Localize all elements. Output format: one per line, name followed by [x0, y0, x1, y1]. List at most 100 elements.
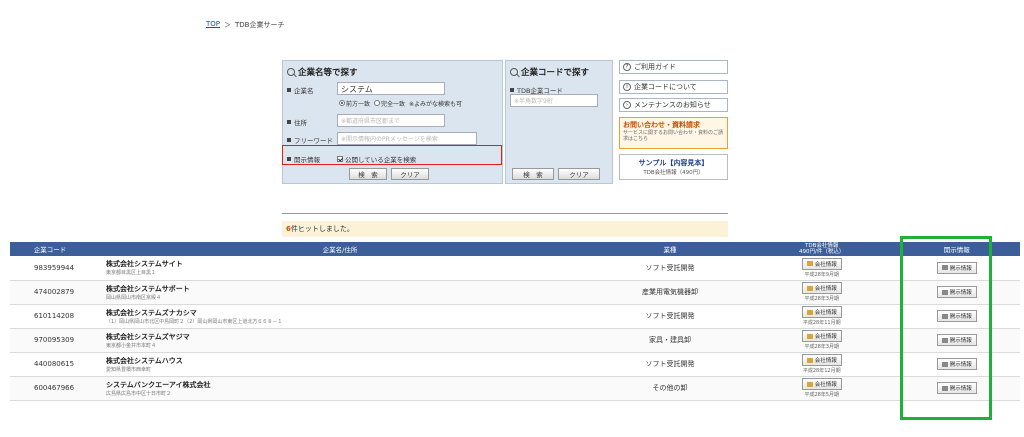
industry: 家具・建具卸: [649, 336, 691, 344]
fiscal-period: 平成28年12月期: [802, 368, 841, 374]
table-row: 610114208 株式会社システムズナカシマ （1）岡山県岡山市北区中島岡町２…: [10, 304, 1020, 328]
company-name-input[interactable]: システム: [337, 82, 445, 95]
search-by-name-title: 企業名等で探す: [283, 61, 502, 81]
guide-link[interactable]: ? ご利用ガイド: [619, 60, 728, 74]
header-info: TDB会社情報 490円/件（税込）: [750, 242, 894, 256]
arrow-icon: ›: [623, 101, 631, 109]
company-info-button[interactable]: 会社情報: [801, 378, 842, 390]
company-cell: 株式会社システムハウス 愛知県豊橋市西幸町: [90, 352, 590, 376]
company-info-button[interactable]: 会社情報: [801, 282, 842, 294]
fiscal-period: 平成28年9月期: [804, 271, 839, 278]
sample-title: サンプル【内容見本】: [638, 159, 709, 167]
results-header-row: 企業コード 企業名/住所 業種 TDB会社情報 490円/件（税込） 開示情報: [10, 242, 1020, 256]
fiscal-period: 平成28年3月期: [804, 344, 839, 350]
folder-icon: [806, 357, 813, 363]
company-code: 970095309: [34, 336, 75, 344]
industry: その他の卸: [652, 384, 688, 392]
folder-icon: [806, 261, 813, 267]
address-label: 住所: [287, 117, 307, 127]
inquiry-subtext: サービスに関するお問い合わせ・資料のご請求はこちら: [623, 130, 724, 142]
code-about-link[interactable]: i 企業コードについて: [619, 80, 728, 94]
info-cell: 会社情報 平成28年9月期: [750, 256, 893, 280]
company-address: （1）岡山県岡山市北区中島岡町２（2）岡山県岡山市東区上道北方６６８－１: [106, 318, 283, 325]
folder-icon: [806, 381, 813, 387]
table-row: 983959944 株式会社システムサイト 東京都目黒区上目黒１ ソフト受託開発…: [10, 256, 1020, 280]
code-clear-button[interactable]: クリア: [558, 168, 600, 180]
company-name-link[interactable]: システムバンクエーアイ株式会社: [106, 380, 590, 390]
company-name-link[interactable]: 株式会社システムズヤジマ: [106, 332, 590, 342]
company-code: 610114208: [34, 312, 75, 320]
info-cell: 会社情報 平成28年5月期: [750, 376, 893, 400]
table-row: 474002879 株式会社システムサポート 岡山県岡山市南区京殿４ 産業用電気…: [10, 280, 1020, 304]
industry: 産業用電気機器卸: [642, 288, 698, 296]
company-name-link[interactable]: 株式会社システムズナカシマ: [106, 308, 590, 318]
name-clear-button[interactable]: クリア: [391, 168, 429, 180]
industry: ソフト受託開発: [645, 312, 695, 320]
company-cell: 株式会社システムズヤジマ 東京都小金井市本町４: [90, 328, 590, 352]
company-address: 愛知県豊橋市西幸町: [106, 366, 152, 373]
folder-icon: [806, 285, 813, 291]
info-icon: i: [623, 83, 631, 91]
industry: ソフト受託開発: [645, 263, 695, 272]
breadcrumb-current: TDB企業サーチ: [235, 21, 285, 29]
breadcrumb-top-link[interactable]: TOP: [206, 20, 220, 30]
sample-subtext: TDB会社情報（490円）: [643, 170, 704, 176]
company-cell: 株式会社システムズナカシマ （1）岡山県岡山市北区中島岡町２（2）岡山県岡山市東…: [90, 304, 590, 328]
company-name-label: 企業名: [287, 85, 314, 95]
freeword-label: フリーワード: [287, 135, 333, 145]
divider: [282, 213, 728, 214]
inquiry-title: お問い合わせ・資料請求: [623, 121, 700, 129]
maintenance-link[interactable]: › メンテナンスのお知らせ: [619, 98, 728, 112]
search-by-code-panel: 企業コードで探す TDB企業コード ※半角数字9桁 検 索 クリア: [505, 60, 613, 184]
question-icon: ?: [623, 63, 631, 71]
name-search-button[interactable]: 検 索: [349, 168, 387, 180]
disclosure-column-highlight: [900, 236, 992, 420]
company-info-button[interactable]: 会社情報: [801, 306, 842, 318]
company-name-link[interactable]: 株式会社システムサイト: [106, 259, 590, 269]
info-cell: 会社情報 平成28年3月期: [750, 328, 893, 352]
table-row: 600467966 システムバンクエーアイ株式会社 広島県広島市中区十日市町２ …: [10, 376, 1020, 400]
fiscal-period: 平成28年3月期: [804, 296, 839, 302]
info-cell: 会社情報 平成28年12月期: [750, 352, 893, 376]
company-code: 474002879: [34, 288, 75, 296]
search-icon: [287, 68, 295, 76]
company-code: 440080615: [34, 360, 75, 368]
header-code: 企業コード: [10, 242, 90, 256]
company-info-button[interactable]: 会社情報: [801, 257, 842, 270]
company-info-button[interactable]: 会社情報: [801, 330, 842, 342]
company-code: 983959944: [34, 263, 75, 272]
radio-prefix-match[interactable]: 前方一致: [339, 99, 370, 108]
tdb-code-input[interactable]: ※半角数字9桁: [510, 94, 598, 107]
company-cell: システムバンクエーアイ株式会社 広島県広島市中区十日市町２: [90, 376, 590, 400]
info-cell: 会社情報 平成28年3月期: [750, 280, 893, 304]
radio-exact-match[interactable]: 完全一致: [374, 99, 405, 108]
company-name-link[interactable]: 株式会社システムサポート: [106, 284, 590, 294]
search-by-code-title: 企業コードで探す: [506, 61, 612, 81]
hit-count-text: 件ヒットしました。: [290, 225, 354, 233]
info-cell: 会社情報 平成28年11月期: [750, 304, 893, 328]
freeword-input[interactable]: ※開示情報内のPRメッセージを検索: [337, 132, 477, 145]
results-table: 企業コード 企業名/住所 業種 TDB会社情報 490円/件（税込） 開示情報 …: [10, 242, 1020, 401]
disclosure-highlight-box: [282, 145, 502, 165]
sample-link[interactable]: サンプル【内容見本】 TDB会社情報（490円）: [619, 154, 728, 180]
hit-count-bar: 6 件ヒットしました。: [282, 221, 728, 237]
header-industry: 業種: [590, 242, 750, 256]
folder-icon: [806, 309, 813, 315]
company-address: 東京都小金井市本町４: [106, 342, 157, 349]
company-info-button[interactable]: 会社情報: [801, 354, 842, 366]
breadcrumb: TOP ＞ TDB企業サーチ: [206, 20, 284, 30]
company-address: 岡山県岡山市南区京殿４: [106, 294, 162, 301]
breadcrumb-separator: ＞: [224, 21, 232, 29]
company-address: 広島県広島市中区十日市町２: [106, 390, 172, 397]
search-by-name-panel: 企業名等で探す 企業名 システム 前方一致 完全一致 ※よみがな検索も可 住所 …: [282, 60, 503, 184]
match-options: 前方一致 完全一致 ※よみがな検索も可: [339, 99, 462, 108]
folder-icon: [806, 333, 813, 339]
company-name-link[interactable]: 株式会社システムハウス: [106, 356, 590, 366]
industry: ソフト受託開発: [645, 360, 695, 368]
header-name: 企業名/住所: [90, 242, 590, 256]
inquiry-banner[interactable]: お問い合わせ・資料請求 サービスに関するお問い合わせ・資料のご請求はこちら: [619, 117, 728, 149]
code-search-button[interactable]: 検 索: [512, 168, 554, 180]
search-icon: [510, 68, 518, 76]
address-input[interactable]: ※都道府県市区郡まで: [337, 114, 445, 127]
company-code: 600467966: [34, 384, 75, 392]
